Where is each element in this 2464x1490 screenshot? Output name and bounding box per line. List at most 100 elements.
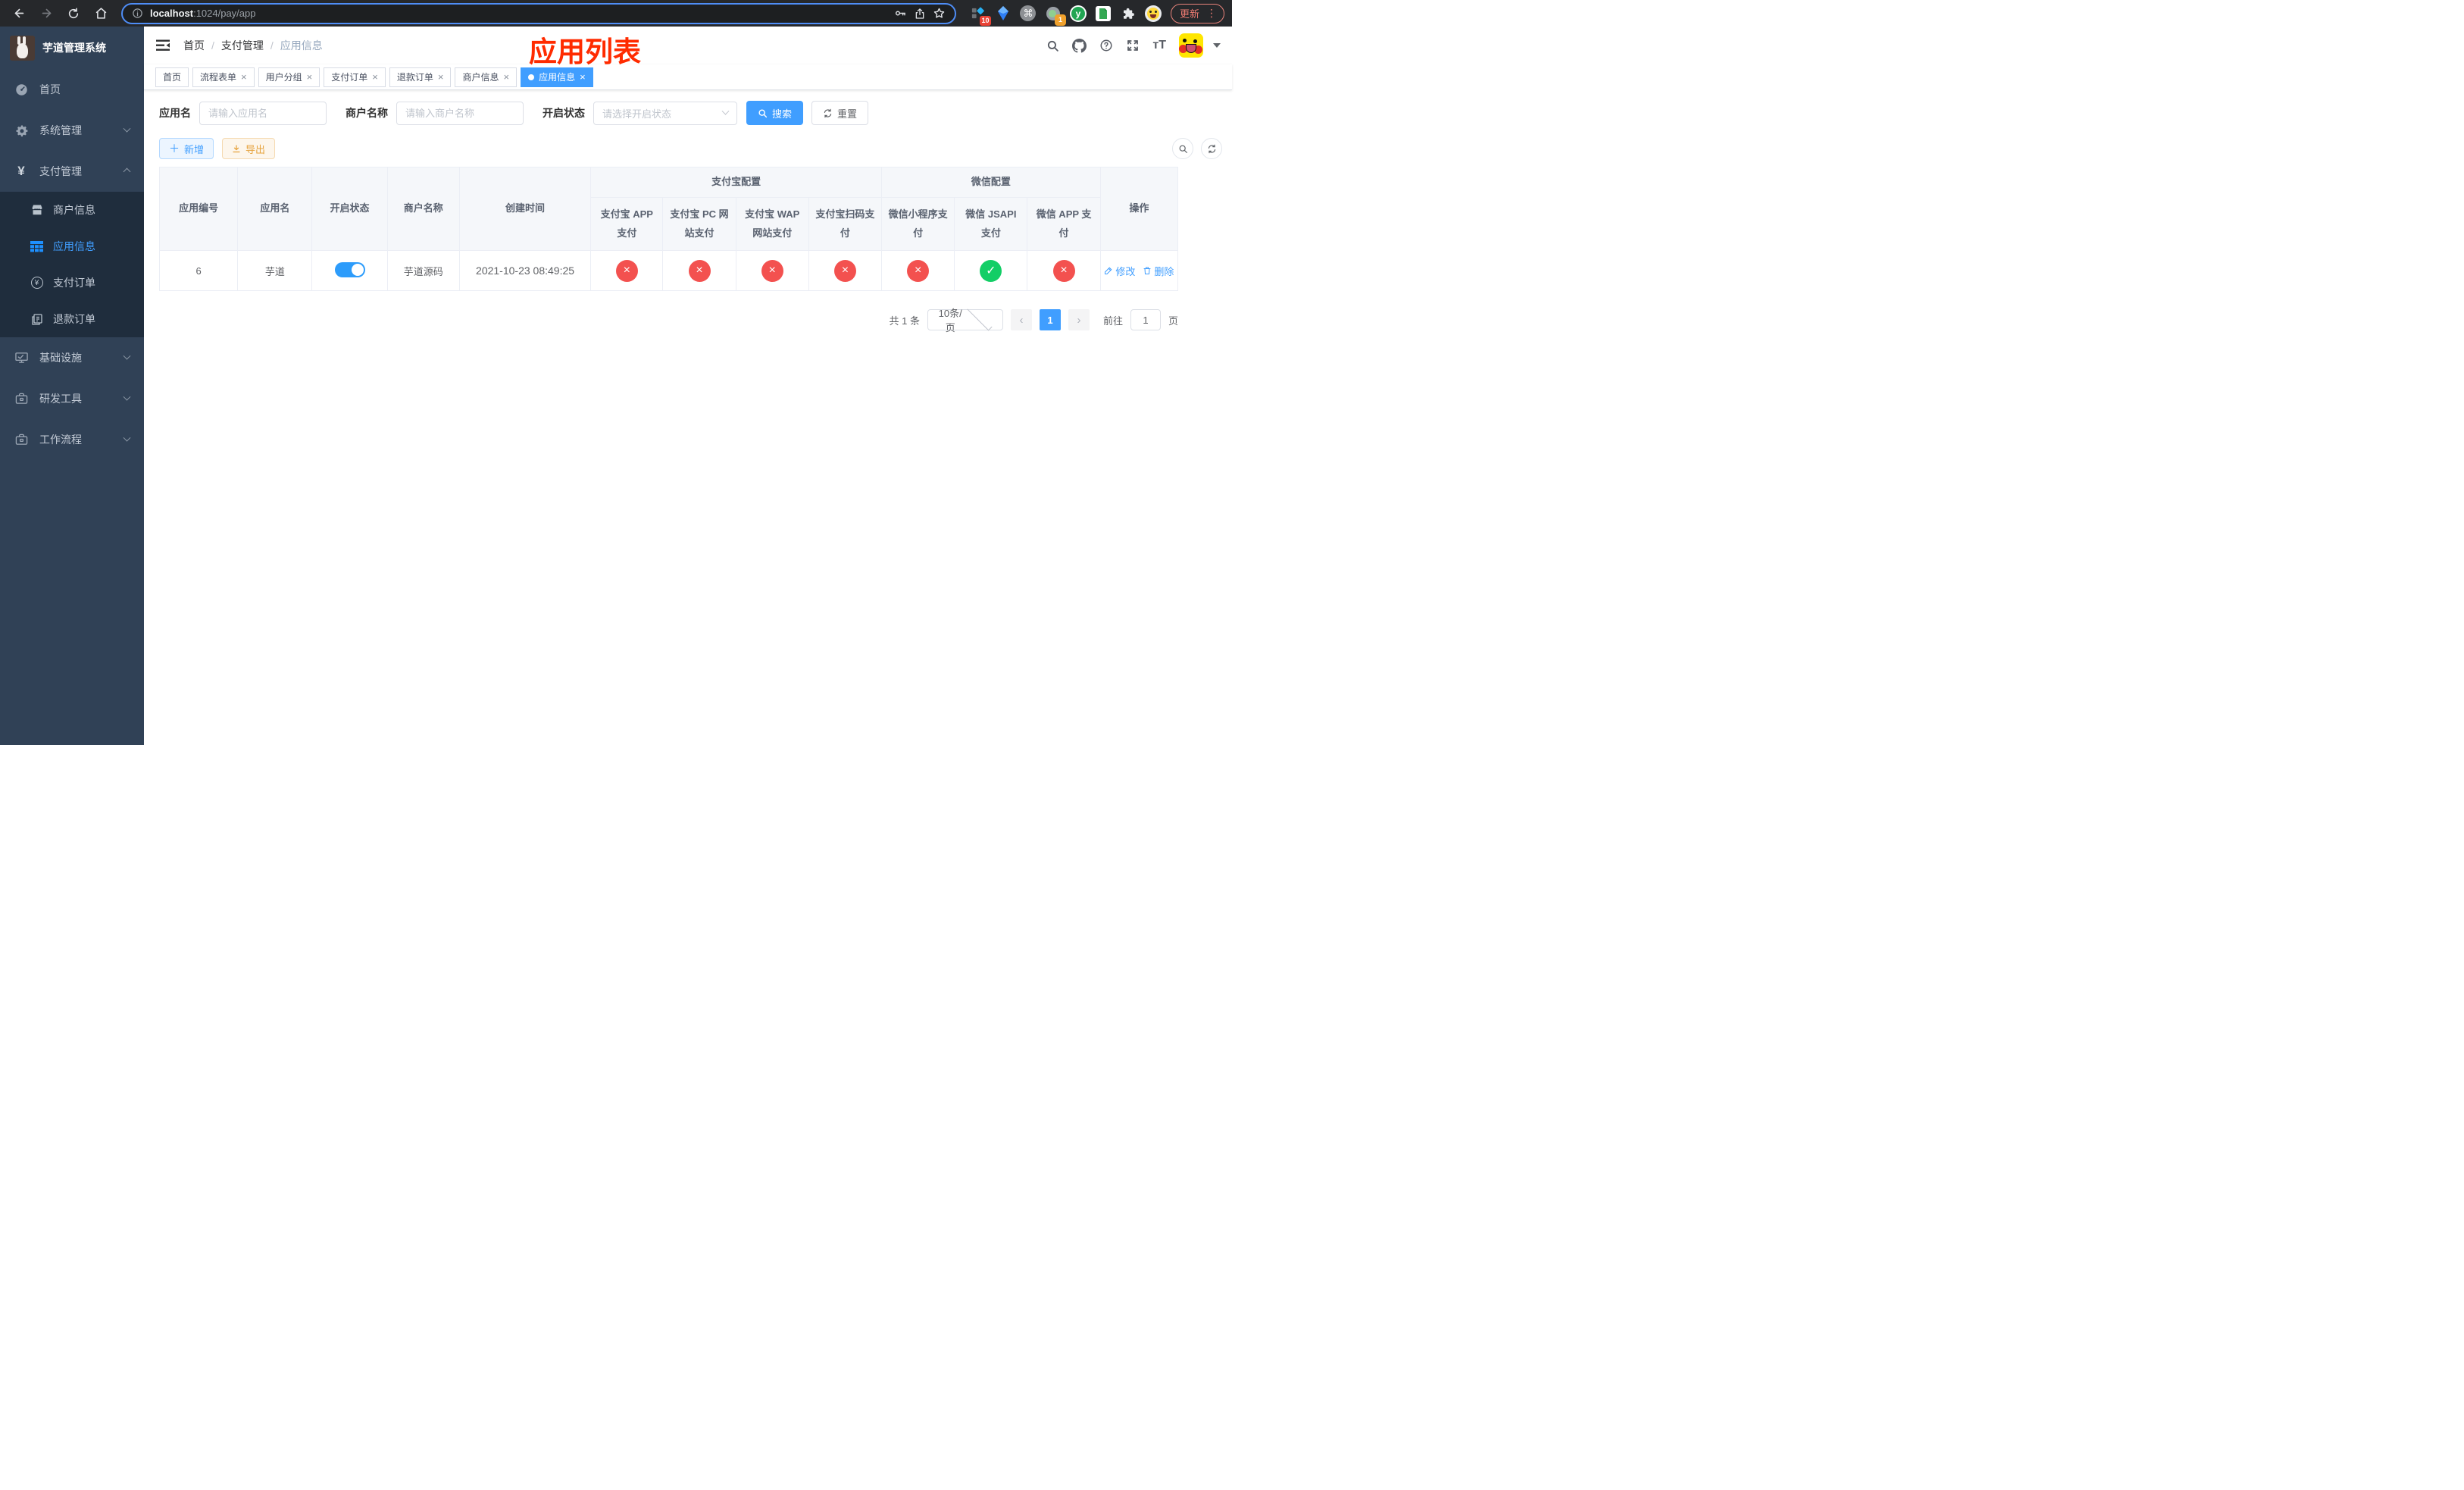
monitor-icon: [14, 351, 28, 365]
browser-update-menu[interactable]: 更新 ⋮: [1170, 3, 1224, 23]
help-icon[interactable]: [1099, 39, 1113, 52]
navbar-actions: ᴛT: [1046, 33, 1221, 58]
reload-icon[interactable]: [62, 3, 85, 24]
chevron-down-icon: [123, 393, 131, 401]
url-bar[interactable]: localhost:1024/pay/app: [121, 2, 956, 24]
close-icon[interactable]: ×: [241, 72, 247, 82]
github-icon[interactable]: [1072, 38, 1087, 53]
chevron-down-icon: [123, 434, 131, 442]
prev-page-button[interactable]: ‹: [1010, 309, 1032, 330]
extension-blocks-icon[interactable]: 10: [970, 5, 991, 26]
menu-dots-icon: ⋮: [1206, 7, 1217, 19]
enabled-toggle[interactable]: [334, 261, 365, 277]
sidebar-item-payment[interactable]: ¥ 支付管理: [0, 151, 144, 192]
chevron-up-icon: [123, 167, 131, 175]
status-alipay-app: ×: [615, 259, 638, 282]
goto-label: 前往: [1102, 315, 1123, 327]
font-size-icon[interactable]: ᴛT: [1152, 39, 1166, 52]
close-icon[interactable]: ×: [372, 72, 378, 82]
home-icon[interactable]: [89, 3, 112, 24]
extension-meet-icon[interactable]: 1: [1045, 5, 1066, 26]
dashboard-icon: [14, 83, 28, 96]
tab-home[interactable]: 首页: [155, 67, 189, 87]
breadcrumb-home[interactable]: 首页: [183, 38, 205, 53]
search-button[interactable]: 搜索: [746, 101, 804, 125]
page-1-button[interactable]: 1: [1039, 309, 1061, 330]
sidebar-item-workflow[interactable]: 工作流程: [0, 419, 144, 460]
status-select[interactable]: 请选择开启状态: [593, 101, 737, 125]
col-created: 创建时间: [458, 167, 592, 251]
refresh-button[interactable]: [1201, 138, 1222, 159]
reset-button[interactable]: 重置: [811, 101, 869, 125]
close-icon[interactable]: ×: [503, 72, 509, 82]
fullscreen-icon[interactable]: [1126, 39, 1140, 52]
user-avatar[interactable]: [1179, 33, 1203, 58]
share-icon[interactable]: [914, 8, 926, 20]
col-wechat-mini: 微信小程序支付: [881, 197, 955, 251]
extension-badge: 10: [979, 15, 991, 26]
back-icon[interactable]: [8, 3, 30, 24]
sidebar-item-system[interactable]: 系统管理: [0, 110, 144, 151]
col-merchant: 商户名称: [386, 167, 460, 251]
plus-icon: ＋: [169, 142, 180, 155]
tab-user-group[interactable]: 用户分组 ×: [258, 67, 321, 87]
tab-merchant-info[interactable]: 商户信息 ×: [455, 67, 518, 87]
password-key-icon[interactable]: [894, 7, 907, 20]
extension-y-icon[interactable]: y: [1069, 5, 1087, 22]
merchant-name-label: 商户名称: [346, 107, 388, 119]
tags-view-bar: 首页 流程表单 × 用户分组 × 支付订单 × 退款订单 × 商户信息 × 应用信息 ×: [144, 64, 1232, 90]
extensions-puzzle-icon[interactable]: [1120, 5, 1137, 22]
sidebar-logo[interactable]: 芋道管理系统: [0, 27, 144, 69]
navbar: 首页 / 支付管理 / 应用信息 应用列表 ᴛT: [144, 27, 1232, 67]
tab-app-info[interactable]: 应用信息 ×: [521, 67, 593, 87]
sidebar-item-label: 应用信息: [53, 240, 95, 252]
avatar-caret-icon[interactable]: [1213, 43, 1221, 48]
forward-icon[interactable]: [35, 3, 58, 24]
page-size-select[interactable]: 10条/页: [927, 305, 1003, 333]
active-dot: [528, 74, 535, 80]
sidebar-item-label: 研发工具: [39, 393, 82, 405]
sidebar-item-app-info[interactable]: 应用信息: [0, 228, 144, 265]
app-name-input[interactable]: [199, 101, 327, 125]
goto-page-input[interactable]: [1130, 309, 1161, 330]
group-wechat-config: 微信配置: [881, 167, 1101, 198]
profile-avatar-icon[interactable]: [1144, 5, 1162, 22]
breadcrumb: 首页 / 支付管理 / 应用信息: [183, 38, 323, 53]
col-status: 开启状态: [311, 167, 388, 251]
sidebar-item-pay-orders[interactable]: ¥ 支付订单: [0, 265, 144, 301]
url-text: localhost:1024/pay/app: [150, 8, 255, 19]
merchant-name-input[interactable]: [396, 101, 524, 125]
edit-link[interactable]: 修改: [1104, 264, 1135, 278]
toolbox-icon: [14, 433, 28, 446]
page-title-annotation: 应用列表: [529, 36, 641, 67]
table-row: 6 芋道 芋道源码 2021-10-23 08:49:25 × × × × × …: [158, 250, 1179, 291]
breadcrumb-payment[interactable]: 支付管理: [221, 38, 264, 53]
sidebar-item-infrastructure[interactable]: 基础设施: [0, 337, 144, 378]
show-search-button[interactable]: [1172, 138, 1193, 159]
export-button[interactable]: 导出: [222, 138, 276, 159]
next-page-button[interactable]: ›: [1068, 309, 1090, 330]
sidebar-item-dev-tools[interactable]: 研发工具: [0, 378, 144, 419]
tab-refund-orders[interactable]: 退款订单 ×: [389, 67, 452, 87]
close-icon[interactable]: ×: [307, 72, 313, 82]
extensions-area: 10 ⌘ 1 y: [965, 5, 1166, 26]
sidebar-item-merchant-info[interactable]: 商户信息: [0, 192, 144, 228]
tab-process-form[interactable]: 流程表单 ×: [192, 67, 255, 87]
sidebar-item-label: 系统管理: [39, 124, 82, 136]
search-icon[interactable]: [1046, 39, 1059, 52]
tab-pay-orders[interactable]: 支付订单 ×: [324, 67, 386, 87]
close-icon[interactable]: ×: [580, 72, 586, 82]
extension-notes-icon[interactable]: [1095, 5, 1112, 22]
sidebar-item-refund-orders[interactable]: 退款订单: [0, 301, 144, 337]
close-icon[interactable]: ×: [438, 72, 444, 82]
shop-icon: [30, 204, 43, 217]
add-button[interactable]: ＋ 新增: [159, 138, 214, 159]
breadcrumb-current: 应用信息: [280, 39, 323, 52]
sidebar-item-home[interactable]: 首页: [0, 69, 144, 110]
extension-kite-icon[interactable]: [995, 5, 1012, 22]
delete-link[interactable]: 删除: [1143, 264, 1174, 278]
site-info-icon[interactable]: [132, 8, 143, 19]
bookmark-star-icon[interactable]: [933, 7, 946, 20]
sidebar-collapse-icon[interactable]: [155, 39, 170, 52]
extension-command-icon[interactable]: ⌘: [1020, 5, 1037, 22]
